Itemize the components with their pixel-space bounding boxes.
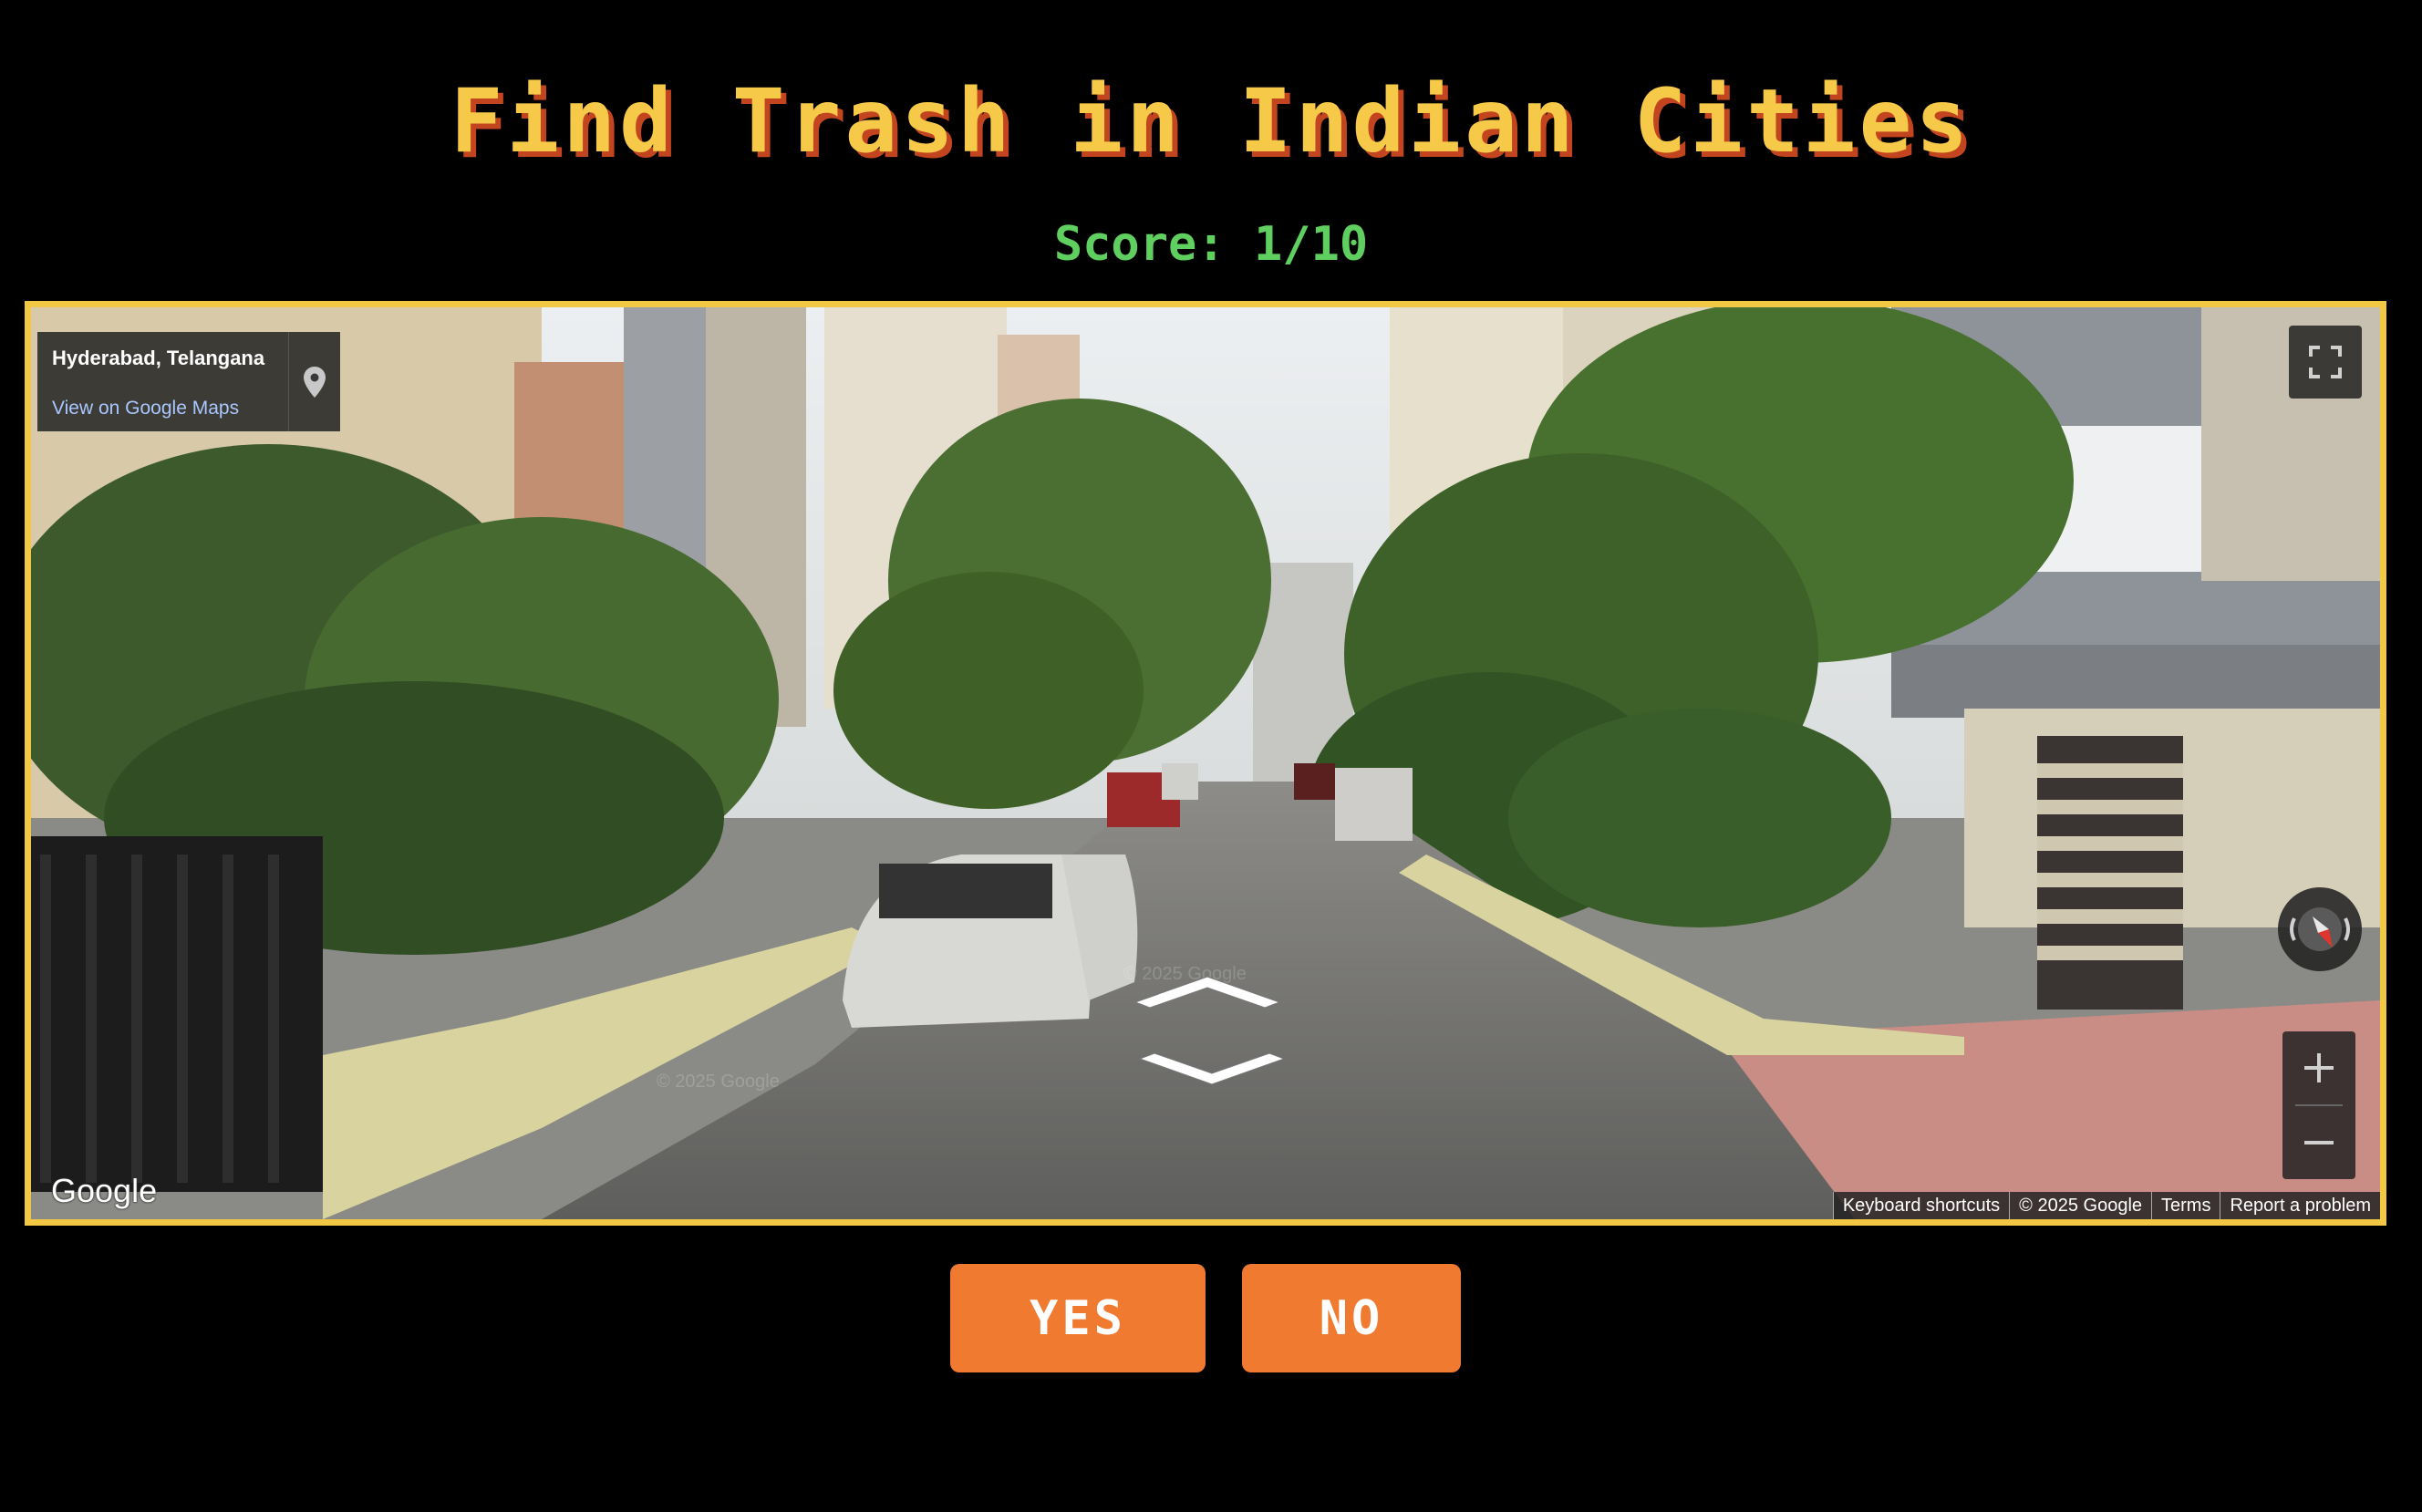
keyboard-shortcuts-link[interactable]: Keyboard shortcuts bbox=[1832, 1192, 2010, 1219]
zoom-in-button[interactable] bbox=[2282, 1031, 2355, 1104]
map-pin-icon bbox=[304, 366, 326, 398]
attribution-bar: Keyboard shortcuts © 2025 Google Terms R… bbox=[1832, 1192, 2380, 1219]
compass-button[interactable] bbox=[2278, 887, 2362, 971]
zoom-in-icon bbox=[2304, 1053, 2334, 1082]
google-logo: Google bbox=[51, 1172, 158, 1209]
fullscreen-icon bbox=[2309, 346, 2342, 378]
report-problem-link[interactable]: Report a problem bbox=[2220, 1192, 2380, 1219]
game-title: Find Trash in Indian Cities bbox=[450, 70, 1972, 172]
view-on-google-maps-link[interactable]: View on Google Maps bbox=[52, 398, 239, 419]
zoom-out-icon bbox=[2304, 1141, 2334, 1144]
location-info-card: Hyderabad, Telangana View on Google Maps bbox=[37, 332, 340, 431]
street-view-panorama[interactable]: © 2025 Google © 2025 Google Hyderabad, T… bbox=[25, 301, 2386, 1226]
terms-link[interactable]: Terms bbox=[2151, 1192, 2220, 1219]
compass-icon bbox=[2290, 907, 2350, 951]
zoom-out-button[interactable] bbox=[2282, 1106, 2355, 1179]
fullscreen-button[interactable] bbox=[2289, 326, 2362, 399]
nav-forward-arrow[interactable] bbox=[1130, 969, 1285, 1015]
map-pin-button[interactable] bbox=[288, 332, 340, 431]
yes-button[interactable]: YES bbox=[950, 1264, 1206, 1372]
copyright-text: © 2025 Google bbox=[2009, 1192, 2152, 1219]
map-watermark: © 2025 Google bbox=[657, 1072, 780, 1092]
zoom-controls bbox=[2282, 1031, 2355, 1179]
nav-back-arrow[interactable] bbox=[1134, 1046, 1289, 1092]
score-display: Score: 1/10 bbox=[1053, 217, 1369, 272]
no-button[interactable]: NO bbox=[1242, 1264, 1461, 1372]
location-name: Hyderabad, Telangana bbox=[52, 347, 265, 369]
